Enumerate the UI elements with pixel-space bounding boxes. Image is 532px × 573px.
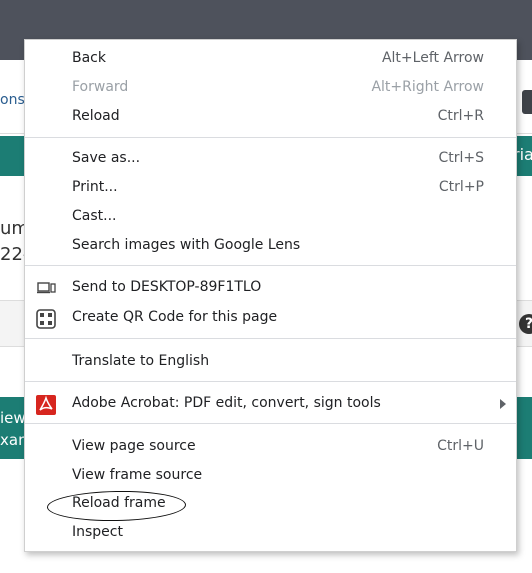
menu-item-qr-code[interactable]: Create QR Code for this page [25,304,516,332]
devices-icon [36,279,56,297]
menu-item-label: Translate to English [72,353,210,369]
adobe-acrobat-icon [36,395,56,415]
menu-item-send-to-device[interactable]: Send to DESKTOP-89F1TLO [25,274,516,302]
menu-item-label: Forward [72,79,129,95]
menu-item-print[interactable]: Print... Ctrl+P [25,174,516,202]
menu-item-label: Reload [72,108,120,124]
menu-item-label: Cast... [72,208,117,224]
menu-item-inspect[interactable]: Inspect [25,519,516,547]
menu-item-label: Inspect [72,524,123,540]
page-button-fragment[interactable] [522,90,532,114]
menu-item-shortcut: Ctrl+P [438,179,484,195]
menu-item-shortcut: Ctrl+S [438,150,484,166]
menu-item-view-page-source[interactable]: View page source Ctrl+U [25,433,516,461]
menu-item-shortcut: Ctrl+R [437,108,484,124]
menu-item-reload[interactable]: Reload Ctrl+R [25,103,516,131]
menu-separator [25,423,516,424]
menu-item-shortcut: Ctrl+U [437,438,484,454]
submenu-arrow-icon [500,399,506,409]
menu-item-cast[interactable]: Cast... [25,203,516,231]
teal-box-left[interactable]: iew xan [0,397,28,459]
menu-item-forward[interactable]: Forward Alt+Right Arrow [25,74,516,102]
menu-item-label: Back [72,50,106,66]
menu-item-label: Send to DESKTOP-89F1TLO [72,279,262,295]
menu-item-save-as[interactable]: Save as... Ctrl+S [25,145,516,173]
menu-item-adobe-acrobat[interactable]: Adobe Acrobat: PDF edit, convert, sign t… [25,390,516,418]
menu-separator [25,265,516,266]
menu-separator [25,338,516,339]
qr-code-icon [36,309,56,329]
teal-box-right[interactable] [515,397,532,459]
menu-item-view-frame-source[interactable]: View frame source [25,462,516,490]
menu-item-label: Search images with Google Lens [72,237,301,253]
page-link-fragment[interactable]: ons [0,92,25,108]
menu-separator [25,381,516,382]
menu-item-translate[interactable]: Translate to English [25,348,516,376]
menu-item-back[interactable]: Back Alt+Left Arrow [25,45,516,73]
teal-banner-left [0,136,24,176]
box-text-fragment: iew [0,409,26,427]
help-icon[interactable]: ? [519,314,532,334]
context-menu: Back Alt+Left Arrow Forward Alt+Right Ar… [24,39,517,552]
menu-item-label: View page source [72,438,196,454]
teal-banner-right: ria [513,136,532,176]
menu-item-label: Create QR Code for this page [72,309,278,325]
menu-item-google-lens[interactable]: Search images with Google Lens [25,232,516,260]
menu-item-shortcut: Alt+Right Arrow [371,79,484,95]
menu-item-label: Save as... [72,150,141,166]
menu-item-label: View frame source [72,467,203,483]
menu-item-shortcut: Alt+Left Arrow [381,50,484,66]
menu-item-label: Adobe Acrobat: PDF edit, convert, sign t… [72,395,381,411]
menu-item-label: Print... [72,179,118,195]
menu-separator [25,137,516,138]
